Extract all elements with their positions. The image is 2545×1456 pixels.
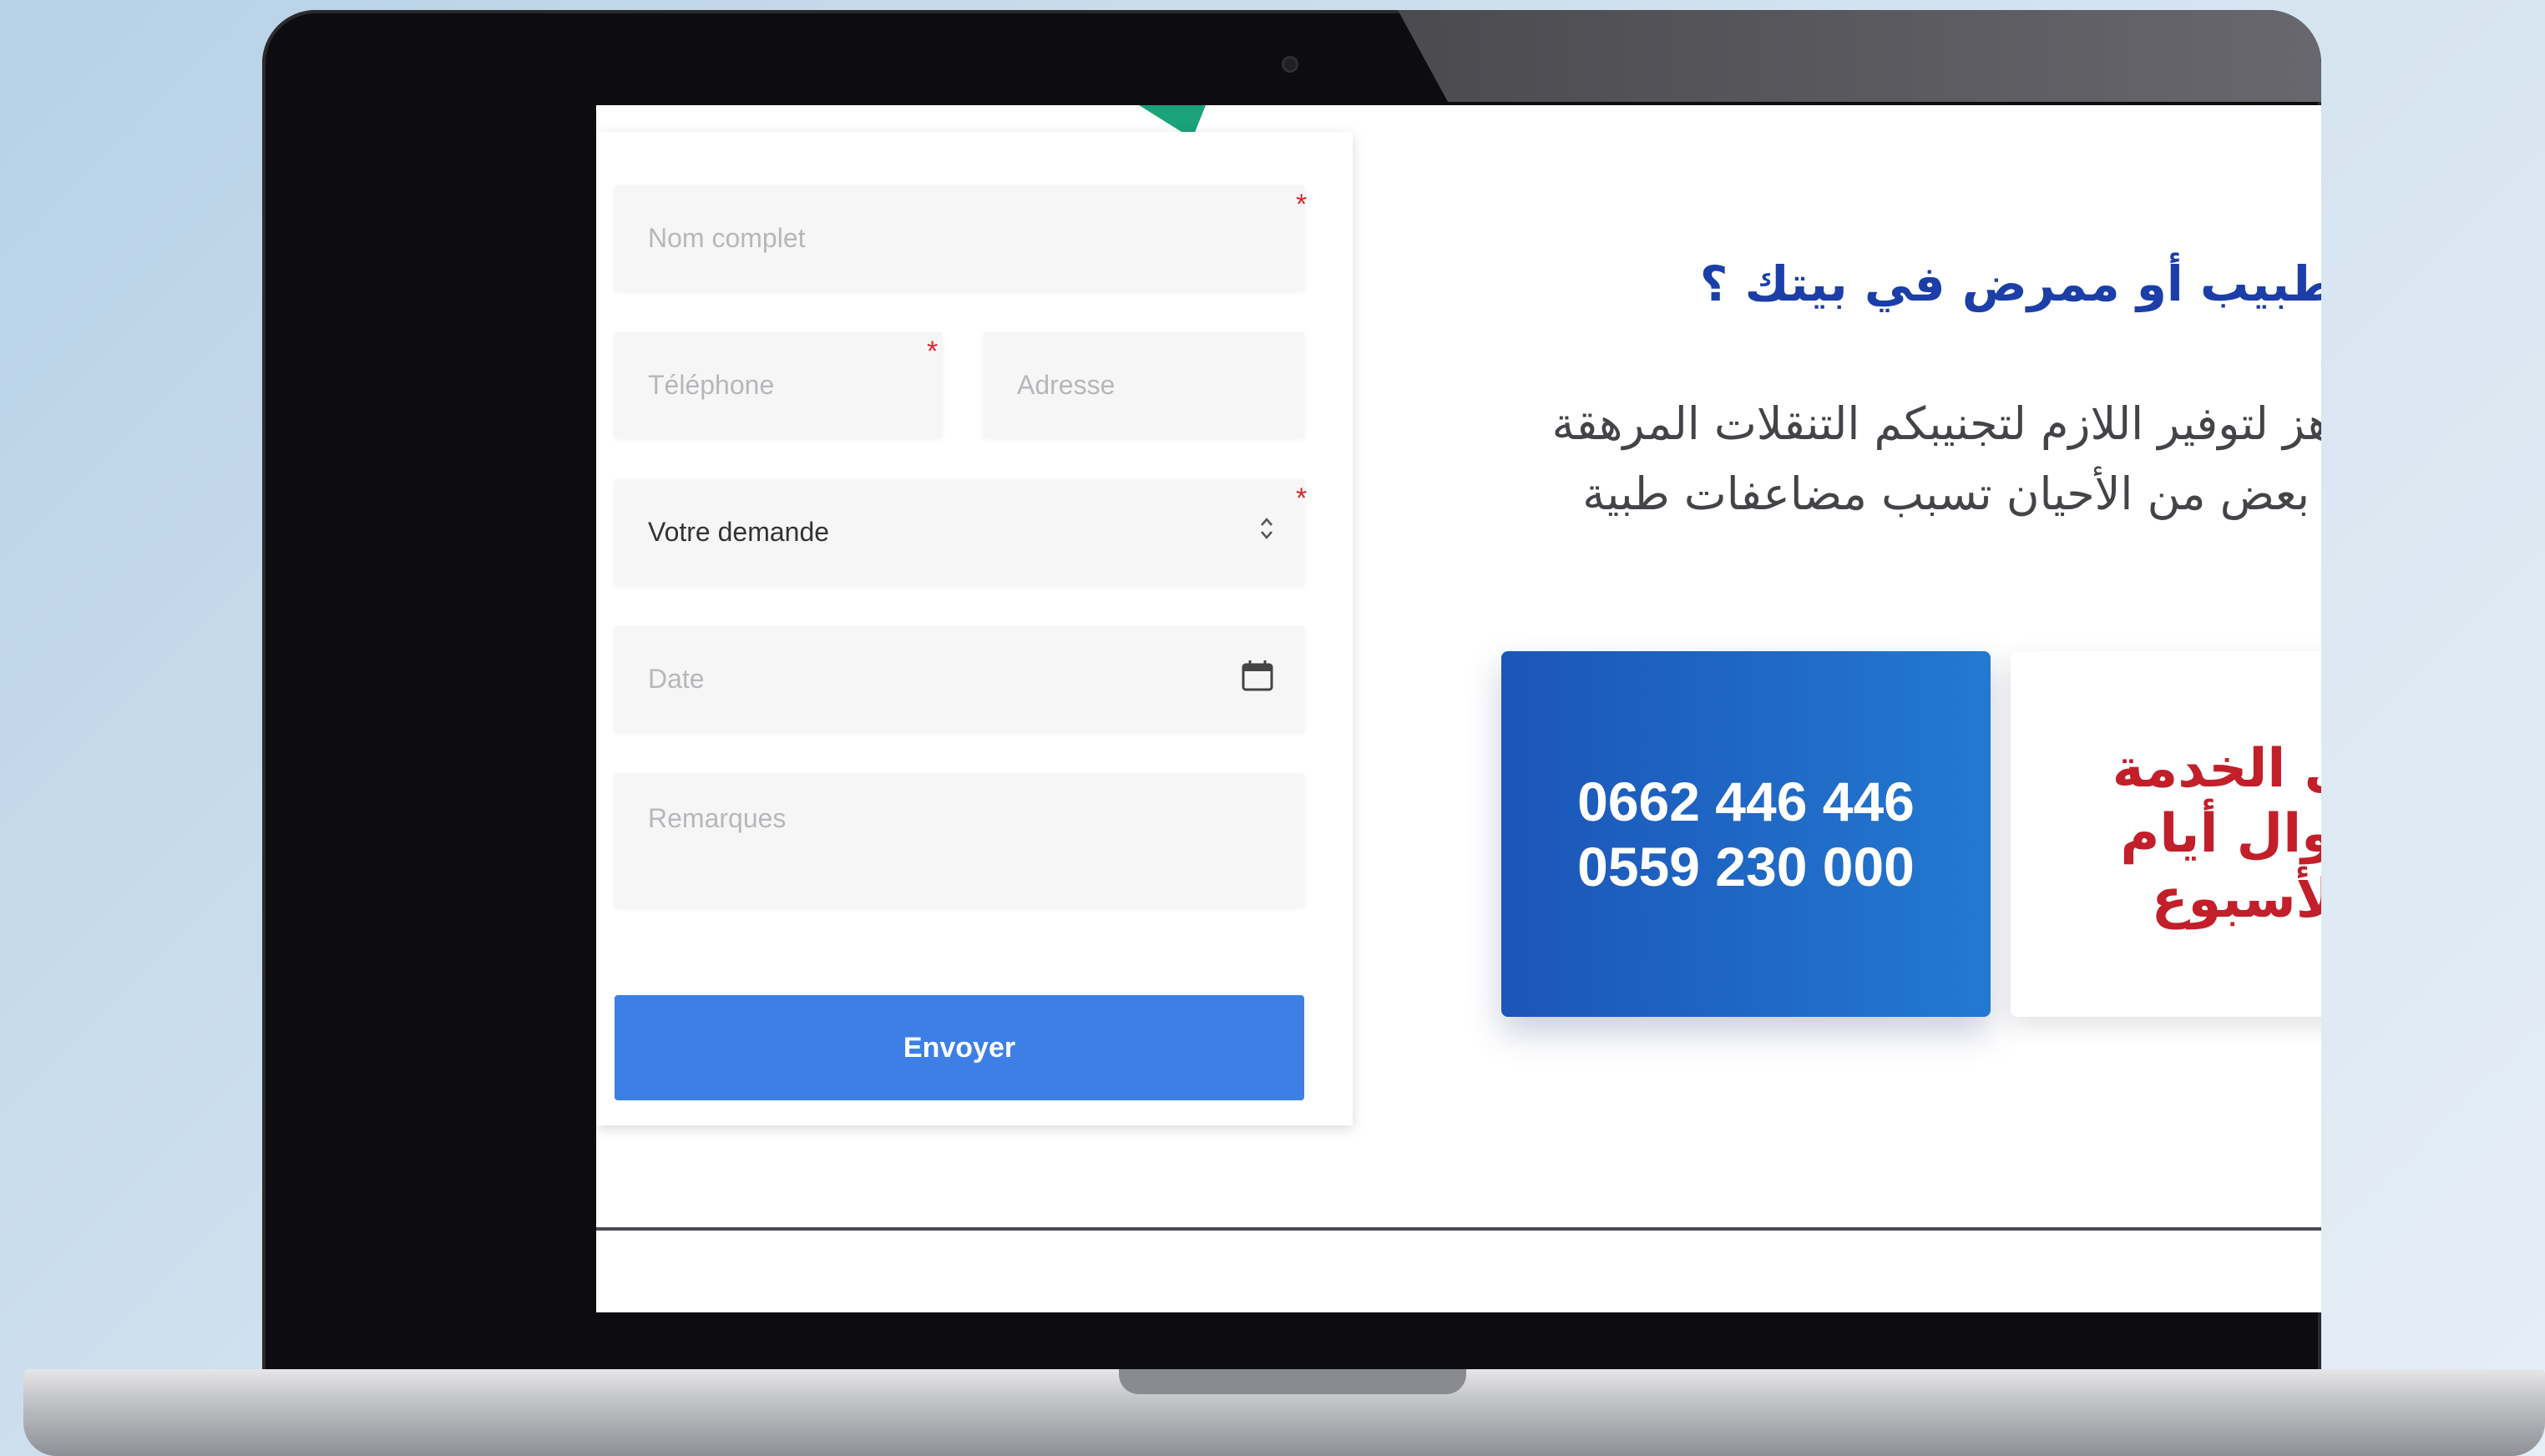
service-line-1: في الخدمة [2112, 738, 2321, 800]
laptop-notch [1119, 1369, 1466, 1394]
lid-glare [1398, 10, 2321, 102]
calendar-icon[interactable] [1241, 659, 1274, 699]
phone-placeholder: Téléphone [648, 369, 775, 400]
contact-form: Nom complet * Téléphone * Adresse Votre … [596, 132, 1353, 1125]
date-input[interactable]: Date [615, 626, 1304, 731]
request-select[interactable]: Votre demande [615, 479, 1304, 584]
select-updown-icon [1259, 514, 1274, 549]
full-name-placeholder: Nom complet [648, 222, 806, 253]
submit-button[interactable]: Envoyer [615, 995, 1304, 1100]
address-input[interactable]: Adresse [984, 332, 1304, 437]
screen: Nom complet * Téléphone * Adresse Votre … [596, 105, 2321, 1312]
laptop-frame: Nom complet * Téléphone * Adresse Votre … [262, 10, 2321, 1379]
phone-input[interactable]: Téléphone [615, 332, 942, 437]
remarks-placeholder: Remarques [648, 803, 787, 833]
full-name-input[interactable]: Nom complet [615, 185, 1304, 291]
remarks-textarea[interactable]: Remarques [615, 773, 1304, 907]
required-marker: * [1296, 189, 1308, 220]
phone-number-2[interactable]: 0559 230 000 [1577, 834, 1915, 899]
date-placeholder: Date [648, 663, 705, 694]
phone-card: 0662 446 446 0559 230 000 [1501, 651, 1991, 1017]
camera-icon [1282, 56, 1298, 73]
request-select-value: Votre demande [648, 516, 830, 547]
address-placeholder: Adresse [1017, 369, 1116, 400]
service-line-2: طوال أيام [2120, 803, 2321, 865]
phone-number-1[interactable]: 0662 446 446 [1577, 769, 1915, 834]
section-divider [596, 1227, 2321, 1231]
required-marker: * [927, 336, 939, 367]
page-heading: يلزمك طبيب أو ممرض في بيتك ؟ [1699, 255, 2321, 312]
service-line-3: الأسبوع [2151, 868, 2321, 930]
required-marker: * [1296, 483, 1308, 514]
service-hours-card: في الخدمة طوال أيام الأسبوع [2011, 651, 2321, 1017]
description-text: فريقنا جاهز لتوفير اللازم لتجنيبكم التنق… [1551, 397, 2321, 520]
